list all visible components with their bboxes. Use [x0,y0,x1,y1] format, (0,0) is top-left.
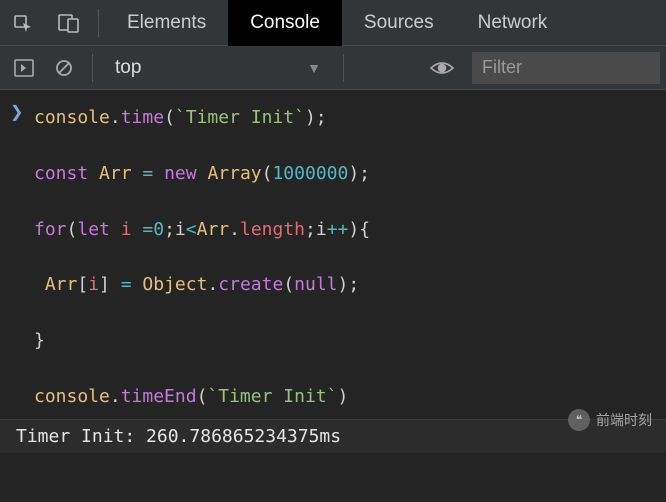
console-toolbar: top ▼ [0,46,666,90]
console-body: ❯ console.time(`Timer Init`); const Arr … [0,90,666,453]
console-output-line: Timer Init: 260.786865234375ms [0,419,666,453]
devtools-tabbar: Elements Console Sources Network [0,0,666,46]
console-input-code[interactable]: console.time(`Timer Init`); const Arr = … [0,96,666,419]
toggle-sidebar-icon[interactable] [6,50,42,86]
context-selector[interactable]: top ▼ [103,52,333,84]
separator [98,9,99,37]
chevron-down-icon: ▼ [307,60,321,76]
filter-input[interactable] [472,52,660,84]
watermark-text: 前端时刻 [596,410,652,430]
live-expression-icon[interactable] [424,50,460,86]
device-toolbar-icon[interactable] [46,0,92,46]
select-element-icon[interactable] [0,0,46,46]
prompt-icon: ❯ [10,102,23,122]
separator [343,54,344,82]
clear-console-icon[interactable] [46,50,82,86]
watermark: ❝ 前端时刻 [568,409,652,431]
tab-network[interactable]: Network [456,0,570,46]
context-value: top [115,57,141,79]
tab-elements[interactable]: Elements [105,0,228,46]
tab-sources[interactable]: Sources [342,0,456,46]
separator [92,54,93,82]
wechat-icon: ❝ [568,409,590,431]
tab-console[interactable]: Console [228,0,342,46]
